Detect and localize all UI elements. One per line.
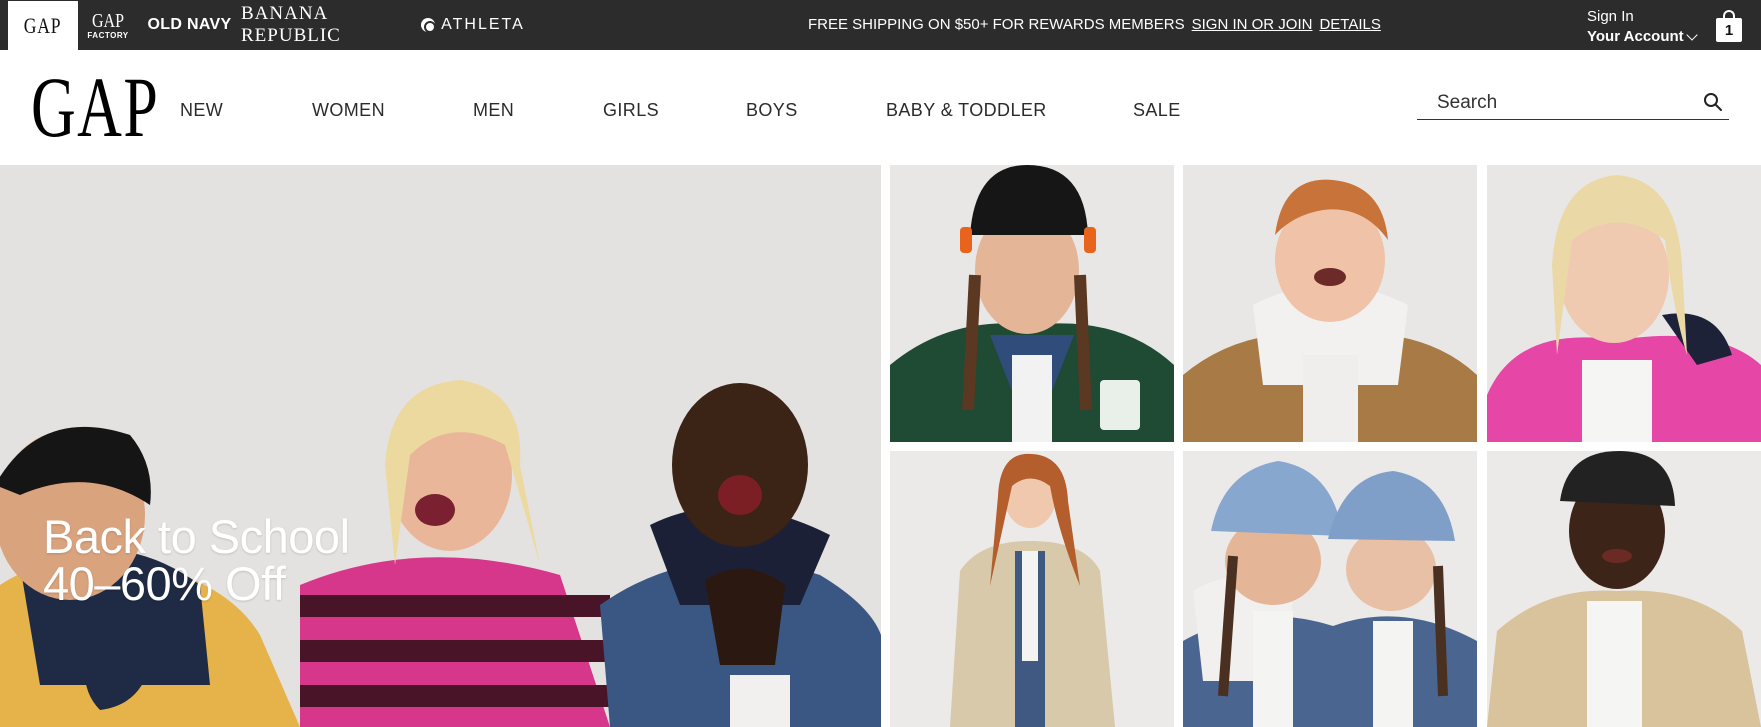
shopping-bag-button[interactable]: 1	[1716, 10, 1742, 42]
nav-item-women[interactable]: WOMEN	[312, 100, 385, 121]
brand-tab-banana-republic[interactable]: BANANA REPUBLIC	[241, 0, 413, 50]
brand-tab-gap[interactable]: GAP	[8, 1, 78, 50]
tile-image-boy-khaki	[1487, 451, 1761, 727]
nav-item-men[interactable]: MEN	[473, 100, 514, 121]
signin-join-link[interactable]: SIGN IN OR JOIN	[1192, 16, 1313, 33]
tile-image-bucket-hats	[1183, 451, 1477, 727]
chevron-down-icon	[1686, 29, 1698, 41]
nav-item-girls[interactable]: GIRLS	[603, 100, 659, 121]
brand-tab-gap-factory[interactable]: GAP FACTORY	[78, 0, 138, 50]
brand-tab-gap-factory-top: GAP	[91, 9, 124, 32]
search-icon[interactable]	[1703, 92, 1723, 112]
hero-main-banner[interactable]: Back to School 40–60% Off	[0, 165, 881, 727]
hero-headline: Back to School 40–60% Off	[43, 513, 350, 607]
promo-text: FREE SHIPPING ON $50+ FOR REWARDS MEMBER…	[808, 16, 1185, 33]
athleta-logo-icon	[421, 18, 437, 33]
brand-tab-athleta[interactable]: ATHLETA	[413, 0, 533, 50]
product-tile-5[interactable]	[1183, 451, 1477, 727]
gap-logo[interactable]: GAP	[31, 64, 159, 150]
account-menu[interactable]: Sign In Your Account	[1587, 7, 1698, 47]
nav-item-boys[interactable]: BOYS	[746, 100, 798, 121]
promo-banner: FREE SHIPPING ON $50+ FOR REWARDS MEMBER…	[808, 16, 1381, 33]
tile-image-girl-trench	[890, 451, 1174, 727]
main-nav: GAP NEW WOMEN MEN GIRLS BOYS BABY & TODD…	[0, 50, 1761, 165]
your-account-row: Your Account	[1587, 27, 1698, 47]
brand-tabs: GAP GAP FACTORY OLD NAVY BANANA REPUBLIC…	[0, 0, 533, 50]
brand-tab-banana-republic-label: BANANA REPUBLIC	[241, 3, 341, 46]
hero-line-2: 40–60% Off	[43, 557, 286, 610]
details-link[interactable]: DETAILS	[1319, 16, 1380, 33]
bag-count: 1	[1716, 18, 1742, 42]
brand-tab-old-navy[interactable]: OLD NAVY	[138, 0, 241, 50]
brand-tab-gap-factory-bottom: FACTORY	[87, 30, 129, 40]
sign-in-label: Sign In	[1587, 8, 1634, 25]
product-tile-4[interactable]	[890, 451, 1174, 727]
hero-line-1: Back to School	[43, 510, 350, 563]
product-tile-1[interactable]	[890, 165, 1174, 442]
hero-section: Back to School 40–60% Off	[0, 165, 1761, 727]
search-bar	[1417, 88, 1729, 120]
tile-image-boy-tan-jacket	[1183, 165, 1477, 442]
nav-item-baby-toddler[interactable]: BABY & TODDLER	[886, 100, 1047, 121]
brand-tab-gap-label: GAP	[24, 12, 62, 38]
nav-item-new[interactable]: NEW	[180, 100, 223, 121]
brand-bar: GAP GAP FACTORY OLD NAVY BANANA REPUBLIC…	[0, 0, 1761, 50]
tile-image-girl-pink-jacket	[1487, 165, 1761, 442]
brand-tab-old-navy-label: OLD NAVY	[147, 16, 232, 33]
tile-image-girl-beanie	[890, 165, 1174, 442]
your-account-label: Your Account	[1587, 28, 1684, 45]
product-tile-6[interactable]	[1487, 451, 1761, 727]
product-tile-2[interactable]	[1183, 165, 1477, 442]
search-input[interactable]	[1437, 88, 1697, 118]
nav-item-sale[interactable]: SALE	[1133, 100, 1181, 121]
brand-tab-athleta-label: ATHLETA	[441, 16, 525, 33]
product-tile-3[interactable]	[1487, 165, 1761, 442]
hero-kids-image	[0, 165, 881, 727]
